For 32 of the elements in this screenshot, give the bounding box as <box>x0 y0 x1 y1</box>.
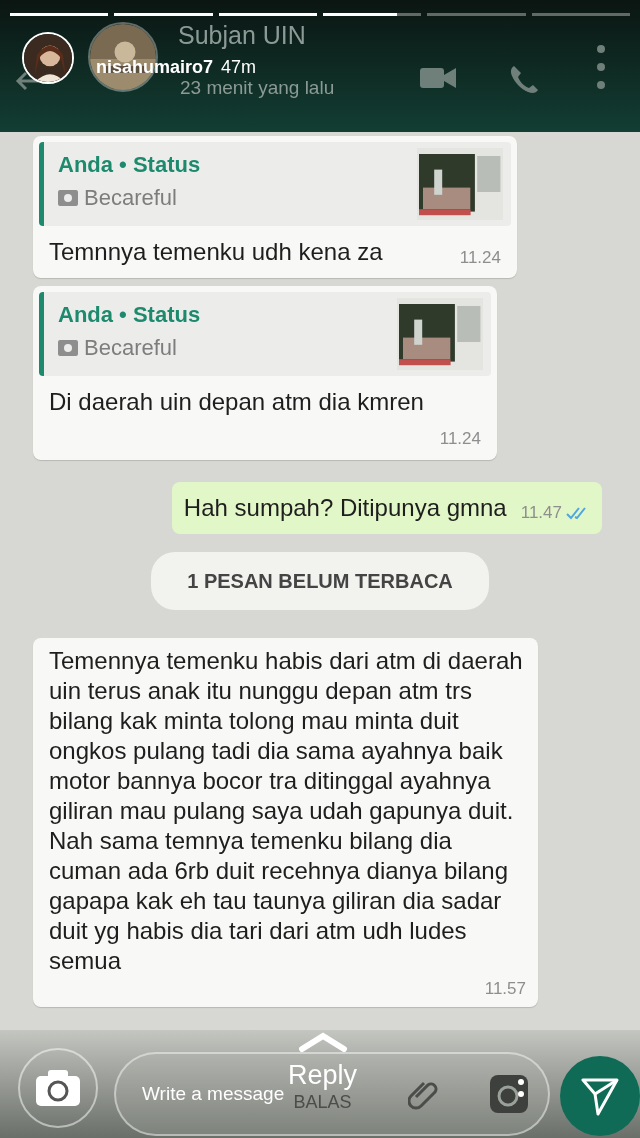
message-time: 11.47 <box>520 502 562 524</box>
reply-label[interactable]: Reply <box>288 1062 358 1089</box>
message-time: 11.24 <box>439 428 481 450</box>
send-icon <box>580 1076 620 1116</box>
camera-icon <box>36 1070 80 1106</box>
chat-title: Subjan UIN <box>178 20 306 50</box>
quoted-status[interactable]: Anda • Status Becareful <box>39 142 511 226</box>
phone-icon <box>508 64 540 96</box>
message-time: 11.24 <box>459 246 501 269</box>
chevron-up-icon <box>297 1032 348 1052</box>
camera-button[interactable] <box>18 1048 98 1128</box>
chat-subtitle: 23 menit yang lalu <box>180 76 335 100</box>
video-call-icon <box>420 66 456 90</box>
back-arrow-icon <box>14 70 40 92</box>
message-time: 11.57 <box>484 977 526 1000</box>
message-text: Di daerah uin depan atm dia kmren <box>49 387 425 417</box>
more-options-icon <box>596 44 606 90</box>
quoted-status[interactable]: Anda • Status Becareful <box>39 292 491 376</box>
message-text: Hah sumpah? Ditipunya gmna <box>183 492 507 523</box>
quote-author: Anda • Status <box>58 301 201 329</box>
unread-banner: 1 PESAN BELUM TERBACA <box>151 551 489 610</box>
quote-text: Becareful <box>84 184 177 212</box>
story-username[interactable]: nisahumairo7 <box>96 57 214 77</box>
camera-icon <box>58 189 78 206</box>
camera-icon <box>58 339 78 356</box>
message-text: Temnnya temenku udh kena za <box>49 237 383 267</box>
camera-icon <box>490 1075 528 1113</box>
reply-sublabel: BALAS <box>293 1093 352 1111</box>
story-time: 47m <box>221 57 257 77</box>
quote-author: Anda • Status <box>58 151 201 179</box>
quote-text: Becareful <box>84 334 177 362</box>
message-text: Temennya temenku habis dari atm di daerah uin terus anak itu nunggu depan atm trs bilang kak minta tolong mau minta duit ongkos pulang tadi dia sama ayahnya baik motor bannya bocor tra ditinggal ayahnya giliran mau pulang saya udah gapunya duit. Nah sama temnya temenku bilang dia cuman ada 6rb duit recehnya dianya bilang gapapa kak eh tau taunya giliran dia sadar duit yg habis dia tari dari atm udh ludes semua <box>49 645 524 976</box>
